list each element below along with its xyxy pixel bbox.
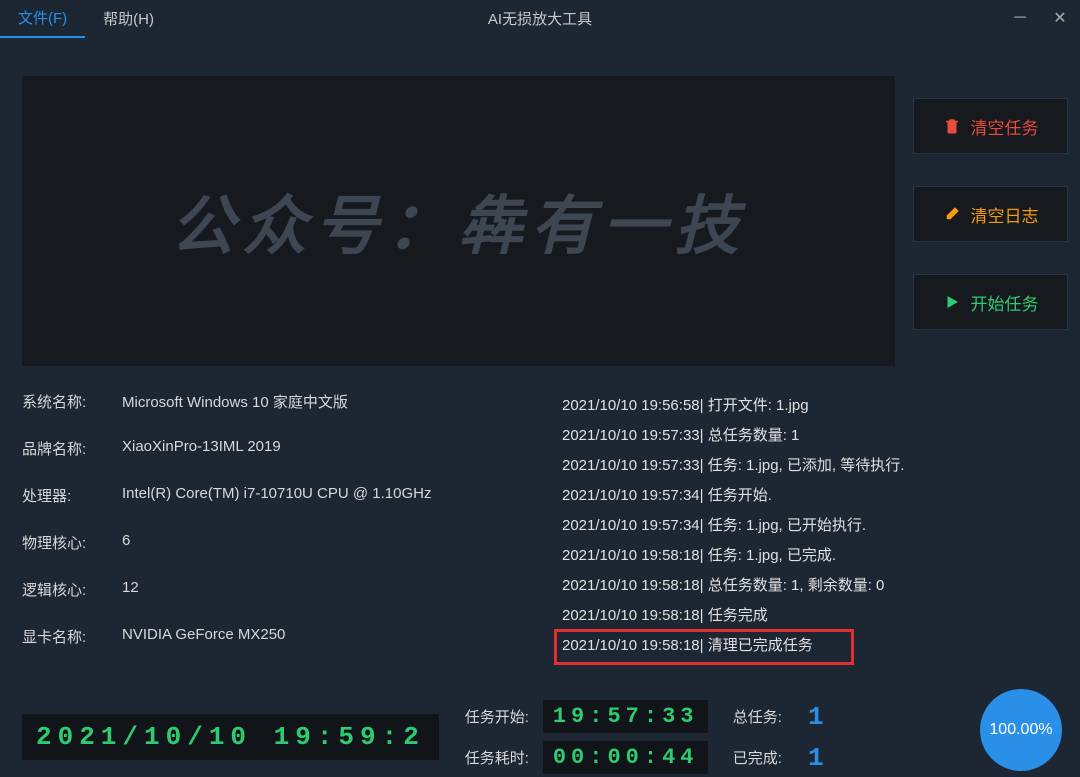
logic-cores-value: 12: [122, 579, 522, 600]
minimize-button[interactable]: ─: [1000, 0, 1040, 36]
task-elapsed-time: 00:00:44: [543, 741, 708, 774]
log-line: 2021/10/10 19:57:33| 总任务数量: 1: [562, 421, 1062, 451]
logic-cores-label: 逻辑核心:: [22, 579, 122, 600]
watermark-text: 公众号：犇有一技: [171, 175, 747, 267]
log-line: 2021/10/10 19:57:34| 任务开始.: [562, 481, 1062, 511]
clear-tasks-label: 清空任务: [971, 114, 1039, 139]
start-tasks-button[interactable]: 开始任务: [913, 274, 1068, 330]
clear-logs-label: 清空日志: [971, 202, 1039, 227]
done-tasks-label: 已完成:: [722, 747, 782, 768]
log-line: 2021/10/10 19:58:18| 任务: 1.jpg, 已完成.: [562, 541, 1062, 571]
os-label: 系统名称:: [22, 391, 122, 412]
log-panel: 2021/10/10 19:56:58| 打开文件: 1.jpg 2021/10…: [562, 391, 1062, 673]
start-tasks-label: 开始任务: [971, 290, 1039, 315]
log-line: 2021/10/10 19:56:58| 打开文件: 1.jpg: [562, 391, 1062, 421]
trash-icon: [943, 117, 961, 135]
gpu-label: 显卡名称:: [22, 626, 122, 647]
clock-display: 2021/10/10 19:59:2: [22, 714, 439, 760]
total-tasks-label: 总任务:: [722, 706, 782, 727]
task-start-time: 19:57:33: [543, 700, 708, 733]
system-info: 系统名称:Microsoft Windows 10 家庭中文版 品牌名称:Xia…: [22, 391, 522, 673]
phys-cores-label: 物理核心:: [22, 532, 122, 553]
done-tasks-value: 1: [796, 743, 836, 773]
log-line: 2021/10/10 19:58:18| 总任务数量: 1, 剩余数量: 0: [562, 571, 1062, 601]
window-controls: ─ ✕: [1000, 0, 1080, 36]
log-line: 2021/10/10 19:57:34| 任务: 1.jpg, 已开始执行.: [562, 511, 1062, 541]
clear-logs-button[interactable]: 清空日志: [913, 186, 1068, 242]
preview-area: 公众号：犇有一技: [22, 76, 895, 366]
cpu-label: 处理器:: [22, 485, 122, 506]
cpu-value: Intel(R) Core(TM) i7-10710U CPU @ 1.10GH…: [122, 485, 522, 506]
total-tasks-value: 1: [796, 702, 836, 732]
gpu-value: NVIDIA GeForce MX250: [122, 626, 522, 647]
clear-tasks-button[interactable]: 清空任务: [913, 98, 1068, 154]
eraser-icon: [943, 205, 961, 223]
brand-value: XiaoXinPro-13IML 2019: [122, 438, 522, 459]
menu-file[interactable]: 文件(F): [0, 0, 85, 38]
close-button[interactable]: ✕: [1040, 0, 1080, 36]
phys-cores-value: 6: [122, 532, 522, 553]
footer: 2021/10/10 19:59:2 任务开始: 19:57:33 总任务: 1…: [0, 697, 1080, 777]
play-icon: [943, 293, 961, 311]
task-elapsed-label: 任务耗时:: [457, 747, 529, 768]
task-start-label: 任务开始:: [457, 706, 529, 727]
log-line: 2021/10/10 19:58:18| 任务完成: [562, 601, 1062, 631]
log-line: 2021/10/10 19:58:18| 清理已完成任务: [562, 631, 1062, 661]
menu-help[interactable]: 帮助(H): [85, 0, 172, 37]
progress-circle: 100.00%: [980, 689, 1062, 771]
log-line: 2021/10/10 19:57:33| 任务: 1.jpg, 已添加, 等待执…: [562, 451, 1062, 481]
app-title: AI无损放大工具: [488, 8, 592, 29]
menubar: 文件(F) 帮助(H) AI无损放大工具 ─ ✕: [0, 0, 1080, 36]
os-value: Microsoft Windows 10 家庭中文版: [122, 391, 522, 412]
brand-label: 品牌名称:: [22, 438, 122, 459]
